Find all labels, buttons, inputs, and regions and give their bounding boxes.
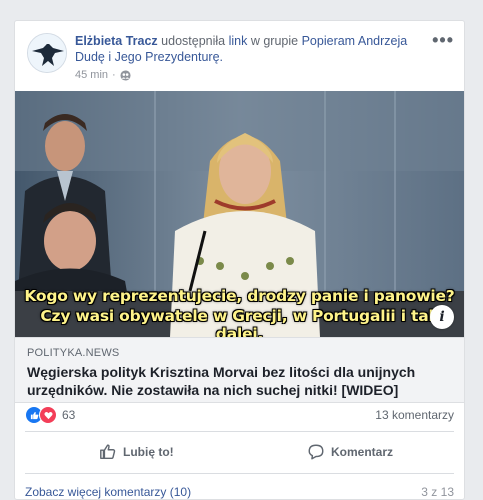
shared-text: udostępniła xyxy=(161,34,226,48)
view-more-comments-link[interactable]: Zobacz więcej komentarzy (10) xyxy=(25,485,191,499)
video-thumbnail[interactable]: Kogo wy reprezentujecie, drodzy panie i … xyxy=(15,91,464,337)
subtitle-line-1: Kogo wy reprezentujecie, drodzy panie i … xyxy=(24,287,455,305)
link-word[interactable]: link xyxy=(229,34,248,48)
post-card: Elżbieta Tracz udostępniła link w grupie… xyxy=(14,20,465,500)
author-avatar[interactable] xyxy=(27,33,67,73)
post-meta: 45 min · xyxy=(75,69,131,81)
link-preview[interactable]: POLITYKA.NEWS Węgierska polityk Krisztin… xyxy=(15,337,464,403)
post-time[interactable]: 45 min xyxy=(75,69,108,81)
link-headline[interactable]: Węgierska polityk Krisztina Morvai bez l… xyxy=(27,363,452,399)
love-icon xyxy=(39,406,57,424)
thumbs-up-icon xyxy=(100,444,116,460)
group-icon xyxy=(120,69,131,81)
divider xyxy=(25,431,454,432)
like-label: Lubię to! xyxy=(123,445,174,459)
divider xyxy=(25,473,454,474)
more-dots-icon[interactable]: ••• xyxy=(432,30,454,51)
comments-count[interactable]: 13 komentarzy xyxy=(375,408,454,422)
comment-bubble-icon xyxy=(308,444,324,460)
post-header: Elżbieta Tracz udostępniła link w grupie… xyxy=(75,33,420,65)
eagle-avatar-icon xyxy=(28,34,66,72)
info-icon[interactable]: i xyxy=(430,305,454,329)
comment-page-indicator: 3 z 13 xyxy=(421,485,454,499)
link-domain: POLITYKA.NEWS xyxy=(27,347,120,359)
reaction-count: 63 xyxy=(62,408,76,422)
like-button[interactable]: Lubię to! xyxy=(99,441,174,463)
subtitle-line-2: Czy wasi obywatele w Grecji, w Portugali… xyxy=(40,307,439,337)
comment-button[interactable]: Komentarz xyxy=(307,441,393,463)
author-name[interactable]: Elżbieta Tracz xyxy=(75,34,158,48)
reactions-summary[interactable]: 63 xyxy=(25,406,75,424)
dot-separator: · xyxy=(112,69,116,81)
in-group-text: w grupie xyxy=(250,34,299,48)
comment-label: Komentarz xyxy=(331,445,394,459)
